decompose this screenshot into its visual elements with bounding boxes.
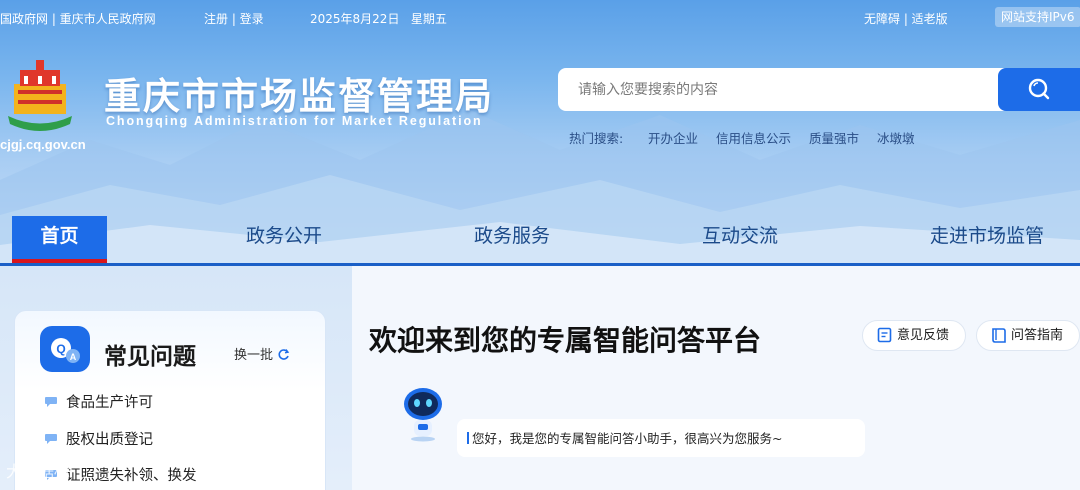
nav-item-about[interactable]: 走进市场监管: [930, 216, 1044, 263]
refresh-label: 换一批: [234, 348, 274, 363]
search-input[interactable]: [558, 68, 998, 111]
feedback-icon: [877, 327, 892, 343]
site-header: 国政府网 | 重庆市人民政府网 注册 | 登录 2025年8月22日 星期五 无…: [0, 0, 1080, 266]
faq-item[interactable]: 股权出质登记: [44, 428, 153, 449]
faq-item-label: 证照遗失补领、换发: [66, 468, 197, 484]
hot-search-label: 热门搜索:: [569, 131, 624, 146]
main-nav: 首页 政务公开 政务服务 互动交流 走进市场监管: [0, 216, 1080, 266]
current-date: 2025年8月22日 星期五: [310, 12, 447, 26]
qa-guide-label: 问答指南: [1011, 328, 1064, 343]
text-cursor: [467, 432, 469, 444]
nav-item-government-services[interactable]: 政务服务: [474, 216, 550, 263]
top-bar: 国政府网 | 重庆市人民政府网 注册 | 登录 2025年8月22日 星期五 无…: [0, 0, 1080, 34]
faq-item[interactable]: 食品生产许可: [44, 391, 153, 412]
chat-bubble-icon: [45, 397, 57, 407]
assistant-greeting-bubble: 您好，我是您的专属智能问答小助手，很高兴为您服务~: [457, 419, 865, 457]
site-domain: cjgj.cq.gov.cn: [0, 137, 86, 152]
register-login-links[interactable]: 注册 | 登录: [204, 10, 264, 27]
nav-item-home[interactable]: 首页: [12, 216, 107, 263]
svg-text:Q: Q: [56, 342, 65, 356]
nav-item-government-affairs[interactable]: 政务公开: [246, 216, 322, 263]
hot-search-term[interactable]: 信用信息公示: [716, 128, 791, 147]
site-title: 重庆市市场监督管理局: [104, 75, 494, 118]
accessibility-links[interactable]: 无障碍 | 适老版: [864, 10, 948, 27]
faq-item-label: 股权出质登记: [66, 432, 153, 448]
watermark: 大数据标: [6, 462, 71, 481]
hot-search-term[interactable]: 开办企业: [648, 128, 698, 147]
ipv6-badge: 网站支持IPv6: [995, 7, 1080, 27]
feedback-label: 意见反馈: [897, 328, 950, 343]
faq-title: 常见问题: [104, 344, 196, 370]
assistant-greeting-text: 您好，我是您的专属智能问答小助手，很高兴为您服务~: [472, 431, 783, 446]
feedback-button[interactable]: 意见反馈: [862, 320, 966, 351]
book-icon: [992, 328, 1006, 343]
faq-item-label: 食品生产许可: [66, 395, 153, 411]
svg-text:A: A: [70, 352, 77, 362]
gov-links[interactable]: 国政府网 | 重庆市人民政府网: [0, 10, 156, 27]
chat-bubble-icon: [45, 434, 57, 444]
nav-item-interaction[interactable]: 互动交流: [702, 216, 778, 263]
search-button[interactable]: [998, 68, 1080, 111]
search-icon: [1028, 78, 1050, 100]
faq-qa-icon: Q A: [40, 326, 90, 372]
hot-search-term[interactable]: 冰墩墩: [877, 128, 915, 147]
qa-guide-button[interactable]: 问答指南: [976, 320, 1080, 351]
refresh-button[interactable]: 换一批: [234, 344, 290, 363]
hot-search-term[interactable]: 质量强市: [809, 128, 859, 147]
site-subtitle: Chongqing Administration for Market Regu…: [106, 114, 483, 128]
refresh-icon: [278, 349, 290, 360]
robot-assistant-icon: [404, 388, 442, 442]
welcome-heading: 欢迎来到您的专属智能问答平台: [369, 324, 762, 357]
emblem-logo-icon: [8, 60, 72, 131]
